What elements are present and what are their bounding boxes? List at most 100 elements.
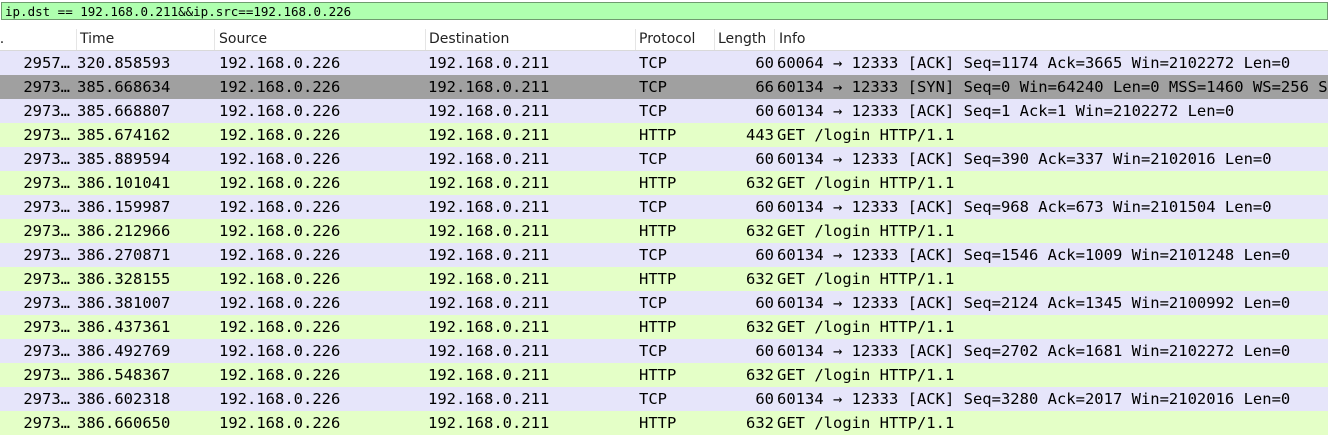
packet-destination: 192.168.0.211 — [428, 54, 550, 72]
packet-time: 385.889594 — [77, 150, 171, 168]
packet-info: GET /login HTTP/1.1 — [777, 318, 955, 336]
packet-number: 2973… — [23, 78, 70, 96]
packet-time: 386.101041 — [77, 174, 171, 192]
packet-info: 60134 → 12333 [ACK] Seq=968 Ack=673 Win=… — [777, 198, 1272, 216]
table-row[interactable]: 2973… 386.212966 192.168.0.226 192.168.0.21… — [0, 219, 1328, 243]
packet-time: 386.212966 — [77, 222, 171, 240]
table-row[interactable]: 2973… 386.270871 192.168.0.226 192.168.0.21… — [0, 243, 1328, 267]
packet-destination: 192.168.0.211 — [428, 366, 550, 384]
packet-protocol: TCP — [639, 54, 667, 72]
table-row[interactable]: 2957… 320.858593 192.168.0.226 192.168.0.21… — [0, 51, 1328, 75]
packet-number: 2973… — [23, 390, 70, 408]
packet-time: 386.159987 — [77, 198, 171, 216]
packet-length: 60 — [755, 102, 774, 120]
packet-time: 320.858593 — [77, 54, 171, 72]
table-row[interactable]: 2973… 386.548367 192.168.0.226 192.168.0.21… — [0, 363, 1328, 387]
packet-protocol: TCP — [639, 78, 667, 96]
packet-source: 192.168.0.226 — [219, 390, 341, 408]
column-header-protocol[interactable]: Protocol — [636, 29, 715, 50]
column-header-source[interactable]: Source — [216, 29, 426, 50]
packet-info: GET /login HTTP/1.1 — [777, 366, 955, 384]
table-row[interactable]: 2973… 385.674162 192.168.0.226 192.168.0.21… — [0, 123, 1328, 147]
packet-info: 60134 → 12333 [ACK] Seq=1 Ack=1 Win=2102… — [777, 102, 1235, 120]
packet-destination: 192.168.0.211 — [428, 390, 550, 408]
packet-time: 385.668634 — [77, 78, 171, 96]
table-row[interactable]: 2973… 385.668634 192.168.0.226 192.168.0.21… — [0, 75, 1328, 99]
packet-number: 2957… — [23, 54, 70, 72]
display-filter-text[interactable]: ip.dst == 192.168.0.211&&ip.src==192.168… — [5, 3, 351, 20]
table-row[interactable]: 2973… 386.602318 192.168.0.226 192.168.0.21… — [0, 387, 1328, 411]
packet-destination: 192.168.0.211 — [428, 294, 550, 312]
table-row[interactable]: 2973… 386.101041 192.168.0.226 192.168.0.21… — [0, 171, 1328, 195]
packet-length: 632 — [746, 270, 774, 288]
packet-time: 386.492769 — [77, 342, 171, 360]
column-header-length[interactable]: Length — [715, 29, 775, 50]
table-row[interactable]: 2973… 386.492769 192.168.0.226 192.168.0.21… — [0, 339, 1328, 363]
packet-time: 385.674162 — [77, 126, 171, 144]
packet-source: 192.168.0.226 — [219, 342, 341, 360]
packet-time: 386.602318 — [77, 390, 171, 408]
packet-protocol: HTTP — [639, 126, 677, 144]
packet-time: 386.270871 — [77, 246, 171, 264]
column-header-no[interactable]: No. — [0, 29, 77, 50]
packet-time: 386.328155 — [77, 270, 171, 288]
packet-number: 2973… — [23, 174, 70, 192]
packet-protocol: TCP — [639, 294, 667, 312]
packet-time: 386.548367 — [77, 366, 171, 384]
packet-source: 192.168.0.226 — [219, 150, 341, 168]
table-row[interactable]: 2973… 386.159987 192.168.0.226 192.168.0.21… — [0, 195, 1328, 219]
packet-length: 60 — [755, 54, 774, 72]
packet-source: 192.168.0.226 — [219, 414, 341, 432]
table-row[interactable]: 2973… 386.381007 192.168.0.226 192.168.0.21… — [0, 291, 1328, 315]
packet-length: 632 — [746, 318, 774, 336]
packet-protocol: HTTP — [639, 318, 677, 336]
packet-number: 2973… — [23, 270, 70, 288]
packet-protocol: TCP — [639, 102, 667, 120]
table-row[interactable]: 2973… 386.437361 192.168.0.226 192.168.0.21… — [0, 315, 1328, 339]
table-row[interactable]: 2973… 386.660650 192.168.0.226 192.168.0.21… — [0, 411, 1328, 435]
packet-protocol: TCP — [639, 198, 667, 216]
packet-info: GET /login HTTP/1.1 — [777, 270, 955, 288]
packet-protocol: HTTP — [639, 222, 677, 240]
packet-info: 60134 → 12333 [ACK] Seq=2124 Ack=1345 Wi… — [777, 294, 1291, 312]
column-header-destination[interactable]: Destination — [426, 29, 636, 50]
table-row[interactable]: 2973… 385.889594 192.168.0.226 192.168.0.21… — [0, 147, 1328, 171]
packet-destination: 192.168.0.211 — [428, 342, 550, 360]
packet-destination: 192.168.0.211 — [428, 414, 550, 432]
packet-destination: 192.168.0.211 — [428, 270, 550, 288]
column-header-time[interactable]: Time — [77, 29, 215, 50]
packet-source: 192.168.0.226 — [219, 246, 341, 264]
packet-destination: 192.168.0.211 — [428, 102, 550, 120]
display-filter-toolbar: ip.dst == 192.168.0.211&&ip.src==192.168… — [0, 0, 1328, 29]
packet-source: 192.168.0.226 — [219, 54, 341, 72]
packet-source: 192.168.0.226 — [219, 102, 341, 120]
packet-destination: 192.168.0.211 — [428, 318, 550, 336]
packet-protocol: HTTP — [639, 174, 677, 192]
packet-length: 60 — [755, 198, 774, 216]
packet-info: GET /login HTTP/1.1 — [777, 222, 955, 240]
display-filter-input[interactable]: ip.dst == 192.168.0.211&&ip.src==192.168… — [1, 2, 1328, 20]
packet-length: 443 — [746, 126, 774, 144]
packet-source: 192.168.0.226 — [219, 270, 341, 288]
packet-info: 60134 → 12333 [ACK] Seq=390 Ack=337 Win=… — [777, 150, 1272, 168]
packet-time: 386.381007 — [77, 294, 171, 312]
packet-destination: 192.168.0.211 — [428, 174, 550, 192]
packet-source: 192.168.0.226 — [219, 222, 341, 240]
table-row[interactable]: 2973… 386.328155 192.168.0.226 192.168.0.21… — [0, 267, 1328, 291]
packet-info: 60134 → 12333 [SYN] Seq=0 Win=64240 Len=… — [777, 78, 1328, 96]
packet-number: 2973… — [23, 222, 70, 240]
packet-destination: 192.168.0.211 — [428, 222, 550, 240]
packet-length: 632 — [746, 174, 774, 192]
packet-length: 632 — [746, 222, 774, 240]
packet-source: 192.168.0.226 — [219, 366, 341, 384]
packet-length: 60 — [755, 342, 774, 360]
column-header-info[interactable]: Info — [776, 29, 1328, 50]
packet-info: GET /login HTTP/1.1 — [777, 174, 955, 192]
packet-destination: 192.168.0.211 — [428, 246, 550, 264]
packet-protocol: TCP — [639, 342, 667, 360]
packet-number: 2973… — [23, 126, 70, 144]
packet-number: 2973… — [23, 294, 70, 312]
packet-protocol: TCP — [639, 246, 667, 264]
packet-source: 192.168.0.226 — [219, 318, 341, 336]
table-row[interactable]: 2973… 385.668807 192.168.0.226 192.168.0.21… — [0, 99, 1328, 123]
